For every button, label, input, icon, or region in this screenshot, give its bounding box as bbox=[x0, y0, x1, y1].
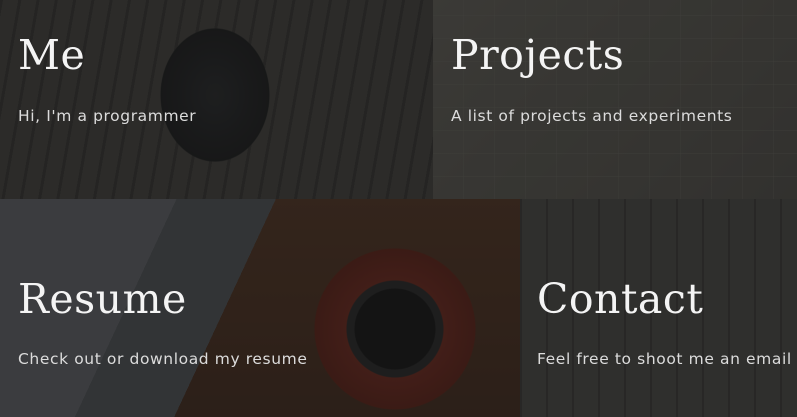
tile-projects-title: Projects bbox=[451, 31, 625, 79]
tile-resume[interactable]: Resume Check out or download my resume bbox=[0, 199, 520, 417]
tile-me-title: Me bbox=[18, 31, 86, 79]
tile-projects[interactable]: Projects A list of projects and experime… bbox=[433, 0, 797, 199]
navigation-tile-grid: Me Hi, I'm a programmer Projects A list … bbox=[0, 0, 797, 417]
tile-contact[interactable]: Contact Feel free to shoot me an email bbox=[520, 199, 797, 417]
tile-me[interactable]: Me Hi, I'm a programmer bbox=[0, 0, 433, 199]
tile-me-description: Hi, I'm a programmer bbox=[18, 107, 197, 125]
tile-projects-description: A list of projects and experiments bbox=[451, 107, 733, 125]
tile-resume-description: Check out or download my resume bbox=[18, 350, 308, 368]
tile-resume-title: Resume bbox=[18, 275, 187, 323]
tile-contact-title: Contact bbox=[537, 275, 704, 323]
tile-contact-description: Feel free to shoot me an email bbox=[537, 350, 792, 368]
